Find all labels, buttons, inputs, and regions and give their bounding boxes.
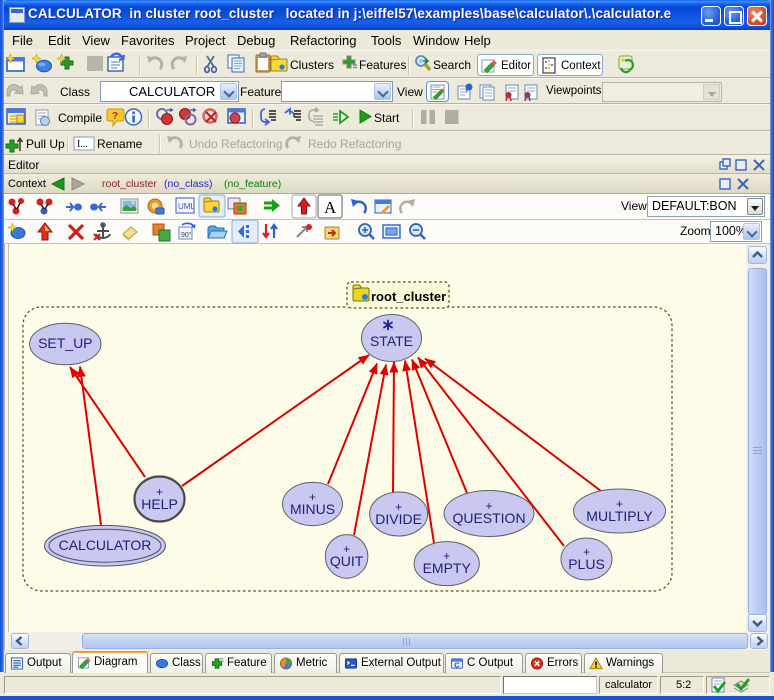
svg-text:HELP: HELP	[141, 496, 178, 512]
svg-text:MINUS: MINUS	[290, 501, 335, 517]
svg-text:90°: 90°	[181, 231, 192, 239]
svg-text:?: ?	[112, 111, 118, 122]
svg-text:root_cluster: root_cluster	[371, 289, 446, 304]
svg-text:QUIT: QUIT	[330, 553, 364, 569]
svg-text:I...: I...	[77, 139, 88, 150]
svg-text:C: C	[454, 661, 460, 670]
svg-text:A: A	[324, 198, 337, 217]
svg-text:MULTIPLY: MULTIPLY	[586, 508, 653, 524]
svg-text:PLUS: PLUS	[568, 556, 605, 572]
svg-text:QUESTION: QUESTION	[452, 510, 525, 526]
svg-text:CALCULATOR: CALCULATOR	[59, 537, 152, 553]
svg-text:DIVIDE: DIVIDE	[375, 511, 422, 527]
svg-text:UML: UML	[178, 202, 195, 211]
svg-text:EMPTY: EMPTY	[423, 560, 472, 576]
svg-text:SET_UP: SET_UP	[38, 335, 92, 351]
svg-text:STATE: STATE	[370, 333, 413, 349]
